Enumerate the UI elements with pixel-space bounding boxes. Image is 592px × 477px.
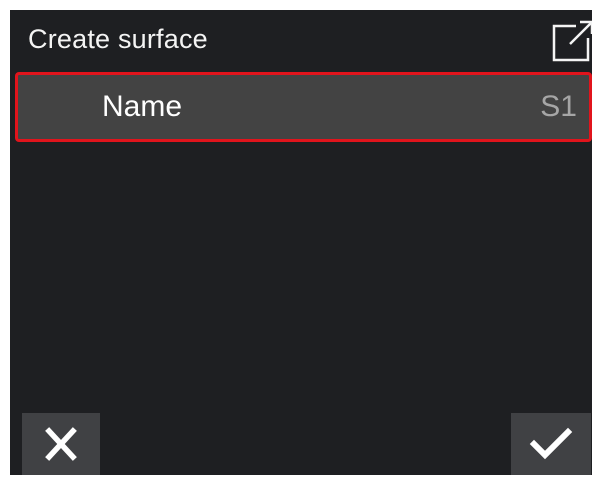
dialog-title: Create surface [28, 24, 208, 54]
expand-button[interactable] [548, 20, 592, 66]
cancel-button[interactable] [22, 413, 100, 475]
field-row-name[interactable]: Name S1 [15, 72, 592, 142]
create-surface-dialog: Create surface Name S1 [10, 10, 592, 475]
field-label: Name [102, 90, 183, 123]
field-value: S1 [540, 90, 577, 123]
external-link-icon [548, 20, 592, 66]
confirm-button[interactable] [511, 413, 591, 475]
